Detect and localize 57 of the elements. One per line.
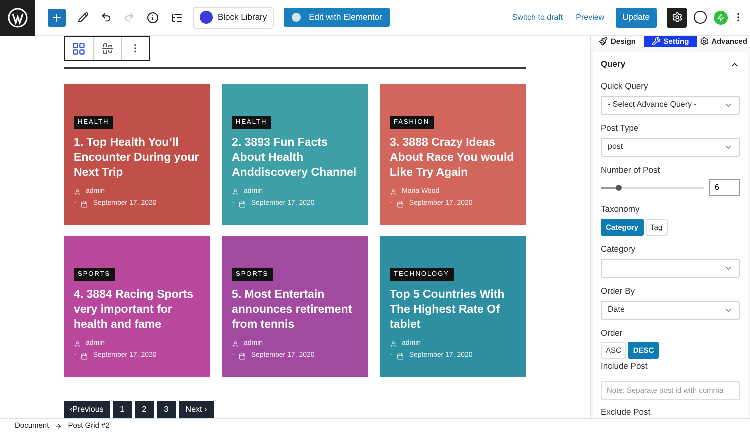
calendar-icon bbox=[81, 201, 88, 208]
user-icon bbox=[390, 188, 397, 196]
post-title[interactable]: Top 5 Countries With The Highest Rate Of tablet bbox=[390, 288, 516, 333]
page-button[interactable]: 3 bbox=[156, 401, 176, 418]
user-icon bbox=[74, 188, 81, 196]
user-icon bbox=[74, 340, 81, 348]
field-label: Quick Query bbox=[601, 80, 650, 93]
post-type-select[interactable]: post bbox=[601, 138, 740, 156]
grid-icon bbox=[72, 42, 86, 56]
section-title[interactable]: Query bbox=[601, 58, 626, 71]
slider-track[interactable] bbox=[601, 186, 704, 189]
calendar-icon bbox=[81, 353, 88, 360]
info-icon[interactable] bbox=[147, 12, 159, 24]
slider-thumb[interactable] bbox=[616, 184, 622, 191]
calendar-icon bbox=[397, 353, 404, 360]
settings-icon bbox=[672, 12, 682, 23]
calendar-icon bbox=[239, 201, 246, 208]
field-label: Number of Post bbox=[601, 164, 662, 176]
field-label: Taxonomy bbox=[601, 203, 641, 216]
calendar-icon bbox=[397, 201, 404, 208]
gear-icon bbox=[700, 37, 709, 46]
wordpress-logo[interactable] bbox=[0, 0, 35, 36]
field-label: Include Post bbox=[601, 360, 649, 373]
previous-button[interactable]: ‹Previous bbox=[64, 401, 110, 418]
number-input[interactable]: 6 bbox=[709, 179, 740, 196]
user-icon bbox=[390, 340, 397, 348]
page-button[interactable]: 2 bbox=[134, 401, 154, 418]
preview-link[interactable]: Preview bbox=[576, 12, 605, 24]
plus-icon bbox=[51, 12, 63, 24]
undo-icon[interactable] bbox=[101, 12, 112, 23]
calendar-icon bbox=[239, 353, 246, 360]
post-title[interactable]: 4. 3884 Racing Sports very important for health and fame bbox=[74, 288, 200, 333]
settings-button[interactable] bbox=[667, 8, 687, 28]
order-by-select[interactable]: Date bbox=[601, 300, 740, 320]
update-button[interactable]: Update bbox=[616, 8, 657, 28]
switch-to-draft-link[interactable]: Switch to draft bbox=[512, 12, 564, 24]
post-title[interactable]: 3. 3888 Crazy Ideas About Race You would Like Try Again bbox=[390, 136, 516, 181]
post-title[interactable]: 5. Most Entertain announces retirement from tennis bbox=[232, 288, 358, 333]
elementor-button[interactable]: Edit with Elementor bbox=[284, 8, 390, 27]
field-label: Exclude Post bbox=[601, 406, 652, 419]
align-icon bbox=[102, 42, 114, 54]
quick-query-select[interactable]: - Select Advance Query - bbox=[601, 96, 740, 115]
arrow-right-icon bbox=[55, 422, 62, 430]
field-label: Order By bbox=[601, 284, 636, 298]
field-label: Post Type bbox=[601, 122, 640, 134]
user-icon bbox=[232, 188, 239, 196]
post-title[interactable]: 1. Top Health You’ll Encounter During your Next Trip bbox=[74, 136, 200, 181]
brush-icon bbox=[598, 37, 608, 46]
user-icon bbox=[232, 340, 239, 348]
field-label: Order bbox=[601, 326, 624, 340]
page-button[interactable]: 1 bbox=[112, 401, 132, 418]
next-button[interactable]: Next › bbox=[178, 401, 214, 418]
list-view-icon[interactable] bbox=[171, 12, 183, 24]
field-label: Category bbox=[601, 243, 636, 256]
block-library-button[interactable]: Block Library bbox=[193, 6, 274, 28]
add-block-button[interactable] bbox=[48, 8, 66, 26]
edit-icon[interactable] bbox=[78, 12, 89, 23]
